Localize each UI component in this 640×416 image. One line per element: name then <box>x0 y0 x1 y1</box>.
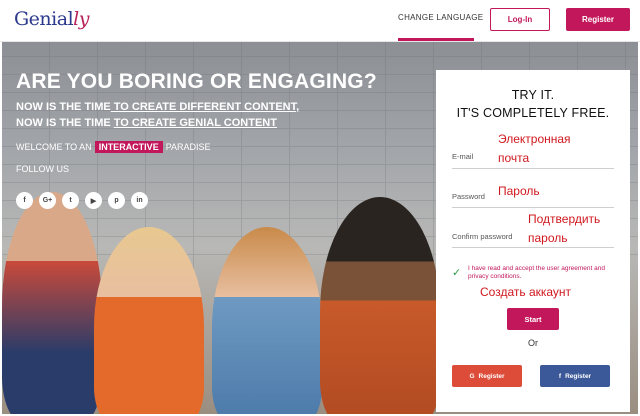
hero-line-1-prefix: NOW IS THE TIME <box>16 101 111 113</box>
create-account-annotation: Создать аккаунт <box>480 285 572 299</box>
facebook-register-label: Register <box>565 372 592 380</box>
facebook-icon: f <box>558 372 562 380</box>
google-icon: G <box>469 372 475 380</box>
facebook-register-button[interactable]: f Register <box>540 365 610 387</box>
or-separator: Or <box>528 338 538 348</box>
active-nav-underline <box>398 38 474 41</box>
email-annotation-2: почта <box>498 151 530 165</box>
logo-main: Genial <box>14 8 74 30</box>
welcome-text: WELCOME TO AN INTERACTIVE PARADISE <box>16 141 211 153</box>
interactive-tag: INTERACTIVE <box>94 141 163 153</box>
google-plus-icon[interactable]: G+ <box>39 192 56 209</box>
pinterest-icon[interactable]: p <box>108 192 125 209</box>
register-button[interactable]: Register <box>566 8 630 31</box>
youtube-icon[interactable]: ▶ <box>85 192 102 209</box>
genially-logo[interactable]: Genially <box>14 8 89 30</box>
welcome-suffix: PARADISE <box>165 142 211 152</box>
password-annotation: Пароль <box>498 184 540 198</box>
terms-agreement-text[interactable]: I have read and accept the user agreemen… <box>468 265 618 281</box>
password-field-underline <box>452 207 614 208</box>
google-register-label: Register <box>478 372 505 380</box>
confirm-annotation-1: Подтвердить <box>528 212 601 226</box>
hero-line-2: NOW IS THE TIME TO CREATE GENIAL CONTENT <box>16 117 277 129</box>
hero-line-2-prefix: NOW IS THE TIME <box>16 117 114 129</box>
panel-title-line-2: IT'S COMPLETELY FREE. <box>456 106 610 120</box>
panel-title-line-1: TRY IT. <box>511 88 555 102</box>
password-field[interactable]: Password <box>452 192 485 201</box>
email-field-underline <box>452 168 614 169</box>
change-language-link[interactable]: CHANGE LANGUAGE <box>398 13 483 22</box>
google-register-button[interactable]: G Register <box>452 365 522 387</box>
photo-person-4 <box>320 197 440 414</box>
confirm-password-underline <box>452 247 614 248</box>
hero-line-1: NOW IS THE TIME TO CREATE DIFFERENT CONT… <box>16 101 299 113</box>
facebook-icon[interactable]: f <box>16 192 33 209</box>
create-different-content-link[interactable]: TO CREATE DIFFERENT CONTENT, <box>111 101 299 113</box>
photo-person-3 <box>212 227 322 414</box>
confirm-annotation-2: пароль <box>528 231 568 245</box>
top-header: Genially CHANGE LANGUAGE Log-In Register <box>0 0 640 42</box>
logo-accent: ly <box>73 8 89 30</box>
photo-person-2 <box>94 227 204 414</box>
checkmark-icon[interactable]: ✓ <box>452 266 461 279</box>
email-annotation-1: Электронная <box>498 132 571 146</box>
start-button[interactable]: Start <box>507 308 559 330</box>
email-field[interactable]: E-mail <box>452 152 473 161</box>
welcome-prefix: WELCOME TO AN <box>16 142 92 152</box>
linkedin-icon[interactable]: in <box>131 192 148 209</box>
confirm-password-field[interactable]: Confirm password <box>452 232 512 241</box>
twitter-icon[interactable]: t <box>62 192 79 209</box>
photo-person-1 <box>2 192 102 414</box>
social-links: f G+ t ▶ p in <box>16 192 148 209</box>
signup-panel: TRY IT. IT'S COMPLETELY FREE. Электронна… <box>436 70 630 412</box>
hero-title: ARE YOU BORING OR ENGAGING? <box>16 70 377 93</box>
login-button[interactable]: Log-In <box>490 8 550 31</box>
follow-us-label: FOLLOW US <box>16 164 70 174</box>
create-genial-content-link[interactable]: TO CREATE GENIAL CONTENT <box>114 117 277 129</box>
